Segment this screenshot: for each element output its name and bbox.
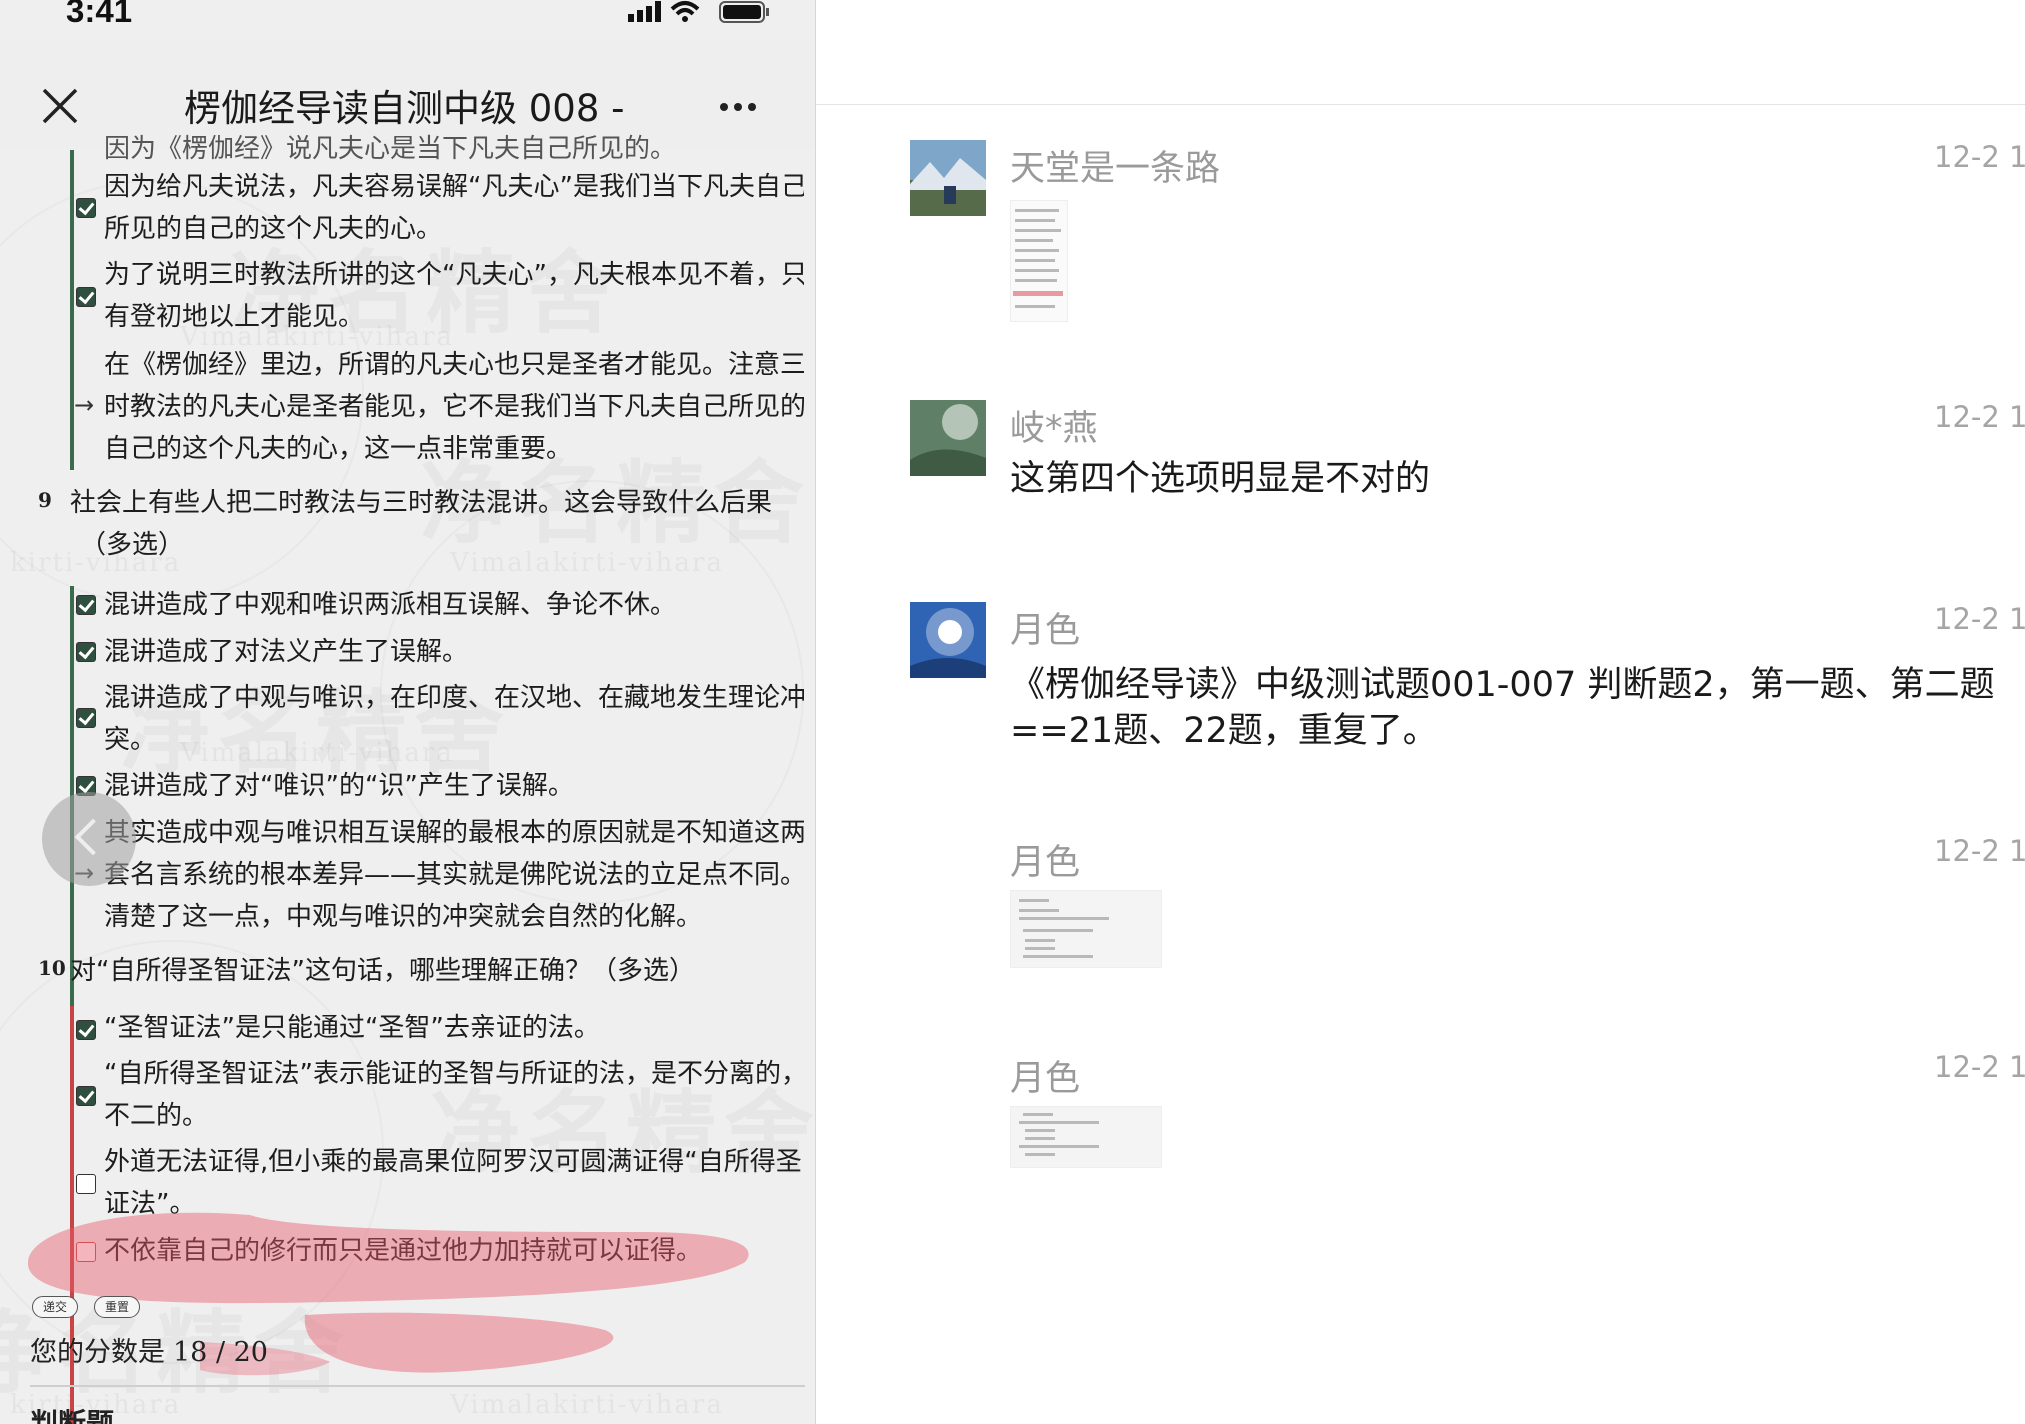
chat-time: 12-2 14 [1934, 602, 2025, 636]
chat-time: 12-2 13 [1934, 140, 2025, 174]
chat-time: 12-2 14 [1934, 1050, 2025, 1084]
chat-text: 《楞伽经导读》中级测试题001-007 判断题2，第一题、第二题 [1010, 665, 1995, 705]
chat-panel: 天堂是一条路 12-2 13 岐*燕 12-2 13 这第四个选项明显是不对的 [816, 0, 2025, 1424]
submit-button[interactable]: 递交 [32, 1296, 79, 1318]
avatar[interactable] [910, 602, 986, 678]
highlight-annotation [27, 1212, 749, 1376]
chat-header-divider [816, 104, 2025, 105]
section-heading: 判断题 [30, 1407, 115, 1424]
image-thumbnail[interactable] [1010, 1106, 1162, 1168]
image-thumbnail[interactable] [1010, 890, 1162, 968]
chat-username: 月色 [1010, 843, 1081, 883]
score-label: 您的分数是 [30, 1337, 165, 1368]
score-value: 18 / 20 [173, 1337, 268, 1368]
section-divider [30, 1385, 805, 1387]
back-arrow-icon[interactable] [42, 792, 136, 886]
avatar[interactable] [910, 140, 986, 216]
chat-username: 天堂是一条路 [1010, 149, 1221, 189]
reset-button[interactable]: 重置 [94, 1296, 141, 1318]
phone-screenshot: 净名精舍 净名精舍 净名精舍 净名精舍 净名精舍 Vimalakirti-vih… [0, 0, 816, 1424]
avatar[interactable] [910, 400, 986, 476]
chat-username: 月色 [1010, 1059, 1081, 1099]
chat-time: 12-2 14 [1934, 834, 2025, 868]
chat-text: ==21题、22题，重复了。 [1010, 711, 1438, 751]
chat-username: 岐*燕 [1010, 409, 1098, 449]
score-display: 您的分数是 18 / 20 [30, 1330, 268, 1369]
chat-text: 这第四个选项明显是不对的 [1010, 459, 1431, 499]
chat-username: 月色 [1010, 611, 1081, 651]
chat-time: 12-2 13 [1934, 400, 2025, 434]
image-thumbnail[interactable] [1010, 200, 1068, 322]
